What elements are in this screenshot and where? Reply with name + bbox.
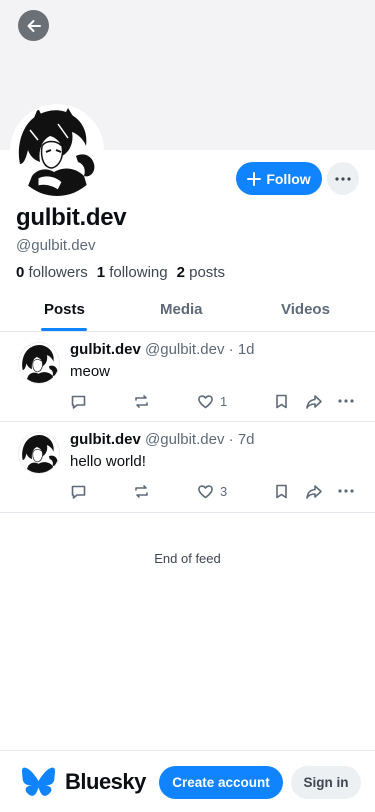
- post-header: gulbit.dev @gulbit.dev · 1d: [70, 341, 255, 358]
- back-button[interactable]: [18, 10, 49, 41]
- following-label: following: [109, 264, 168, 281]
- share-icon: [306, 484, 322, 499]
- tab-videos[interactable]: Videos: [281, 288, 330, 331]
- feed-post[interactable]: gulbit.dev @gulbit.dev · 1d meow 1: [0, 332, 375, 422]
- reply-icon: [71, 395, 86, 409]
- post-timestamp[interactable]: 1d: [238, 341, 255, 358]
- tab-media[interactable]: Media: [160, 288, 203, 331]
- followers-count: 0: [16, 264, 25, 281]
- bookmark-button[interactable]: [273, 481, 290, 501]
- tab-posts[interactable]: Posts: [44, 288, 85, 331]
- repost-button[interactable]: [133, 481, 150, 501]
- post-author-handle[interactable]: @gulbit.dev: [145, 431, 224, 448]
- like-button[interactable]: 1: [197, 391, 227, 411]
- following-stat[interactable]: 1 following: [97, 264, 168, 281]
- like-button[interactable]: 3: [197, 481, 227, 501]
- posts-label: posts: [189, 264, 225, 281]
- repost-icon: [135, 394, 148, 408]
- post-text: hello world!: [70, 453, 146, 470]
- active-tab-indicator: [41, 328, 87, 331]
- ellipsis-icon: [338, 399, 354, 403]
- post-author-name[interactable]: gulbit.dev: [70, 431, 141, 448]
- ellipsis-icon: [335, 176, 351, 181]
- heart-icon: [198, 484, 213, 498]
- back-arrow-icon: [27, 19, 41, 32]
- profile-tabs: Posts Media Videos: [0, 288, 375, 332]
- avatar-illustration: [12, 106, 102, 196]
- avatar-illustration: [19, 343, 59, 383]
- brand-name: Bluesky: [65, 769, 146, 794]
- reply-icon: [71, 485, 86, 499]
- brand-logo[interactable]: Bluesky: [22, 767, 146, 797]
- repost-button[interactable]: [133, 391, 150, 411]
- create-account-button[interactable]: Create account: [159, 766, 283, 799]
- post-avatar[interactable]: [18, 432, 60, 474]
- avatar-illustration: [19, 433, 59, 473]
- heart-icon: [198, 394, 213, 408]
- post-more-button[interactable]: [338, 481, 354, 501]
- profile-display-name: gulbit.dev: [16, 204, 127, 231]
- profile-handle: @gulbit.dev: [16, 237, 96, 254]
- post-text: meow: [70, 363, 111, 380]
- reply-button[interactable]: [70, 481, 87, 501]
- butterfly-logo-icon: [22, 767, 55, 796]
- plus-icon: [247, 171, 262, 186]
- followers-stat[interactable]: 0 followers: [16, 264, 88, 281]
- repost-icon: [135, 484, 148, 498]
- post-timestamp[interactable]: 7d: [238, 431, 255, 448]
- share-button[interactable]: [305, 391, 323, 411]
- end-of-feed-label: End of feed: [154, 551, 221, 566]
- like-count: 1: [220, 393, 228, 409]
- bookmark-icon: [276, 394, 287, 408]
- profile-more-button[interactable]: [327, 162, 359, 195]
- follow-button[interactable]: Follow: [236, 162, 322, 195]
- sign-in-button[interactable]: Sign in: [291, 766, 361, 799]
- followers-label: followers: [28, 264, 88, 281]
- feed-post[interactable]: gulbit.dev @gulbit.dev · 7d hello world!…: [0, 422, 375, 513]
- profile-stats: 0 followers 1 following 2 posts: [16, 264, 225, 281]
- bottom-signup-bar: Bluesky Create account Sign in: [0, 750, 375, 812]
- profile-avatar[interactable]: [10, 104, 104, 198]
- follow-button-label: Follow: [266, 170, 311, 187]
- share-icon: [306, 394, 322, 409]
- post-more-button[interactable]: [338, 391, 354, 411]
- post-header: gulbit.dev @gulbit.dev · 7d: [70, 431, 255, 448]
- ellipsis-icon: [338, 489, 354, 493]
- bookmark-icon: [276, 484, 287, 498]
- post-separator: ·: [228, 431, 234, 448]
- like-count: 3: [220, 483, 228, 499]
- posts-stat: 2 posts: [177, 264, 225, 281]
- reply-button[interactable]: [70, 391, 87, 411]
- bookmark-button[interactable]: [273, 391, 290, 411]
- following-count: 1: [96, 264, 106, 281]
- post-avatar[interactable]: [18, 342, 60, 384]
- post-author-name[interactable]: gulbit.dev: [70, 341, 141, 358]
- post-separator: ·: [228, 341, 234, 358]
- share-button[interactable]: [305, 481, 323, 501]
- post-author-handle[interactable]: @gulbit.dev: [145, 341, 224, 358]
- posts-count: 2: [176, 264, 185, 281]
